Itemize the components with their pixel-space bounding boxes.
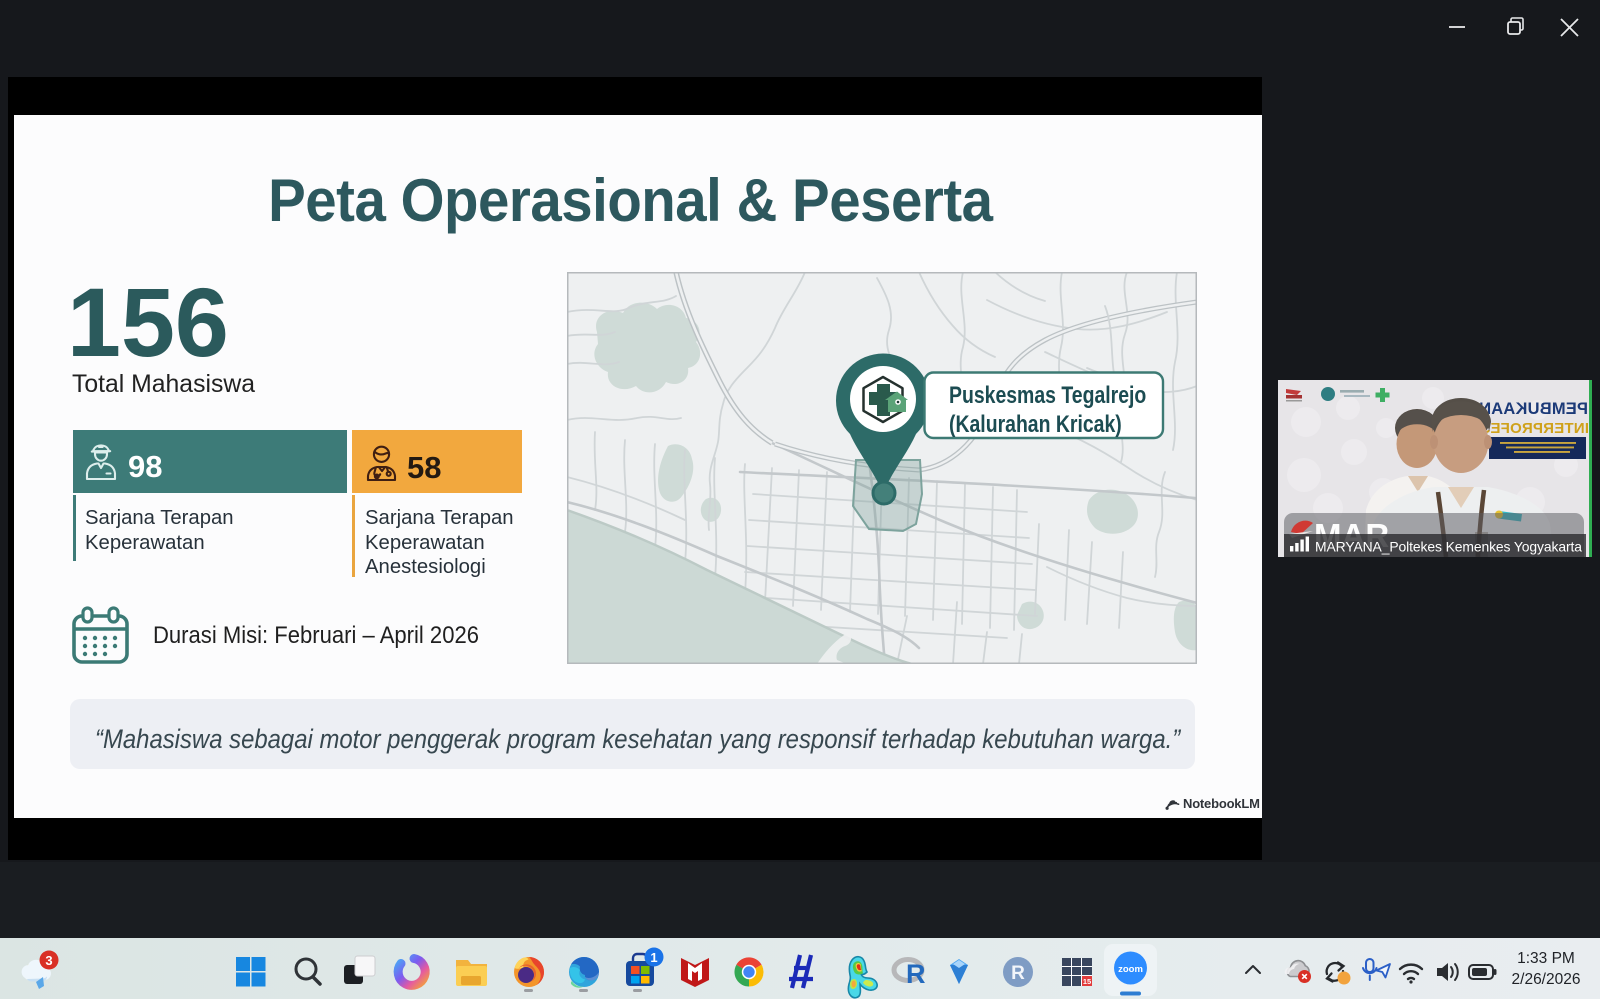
svg-text:zoom: zoom bbox=[1118, 964, 1143, 975]
svg-text:R: R bbox=[906, 959, 926, 989]
svg-text:R: R bbox=[1011, 963, 1025, 984]
svg-text:3: 3 bbox=[45, 953, 52, 968]
svg-text:15: 15 bbox=[1083, 977, 1091, 986]
svg-text:Puskesmas Tegalrejo: Puskesmas Tegalrejo bbox=[949, 381, 1146, 408]
svg-text:(Kalurahan Kricak): (Kalurahan Kricak) bbox=[949, 410, 1122, 437]
svg-text:MARYANA_Poltekes Kemenkes Yogy: MARYANA_Poltekes Kemenkes Yogyakarta bbox=[1315, 539, 1582, 555]
svg-text:1: 1 bbox=[650, 950, 657, 965]
